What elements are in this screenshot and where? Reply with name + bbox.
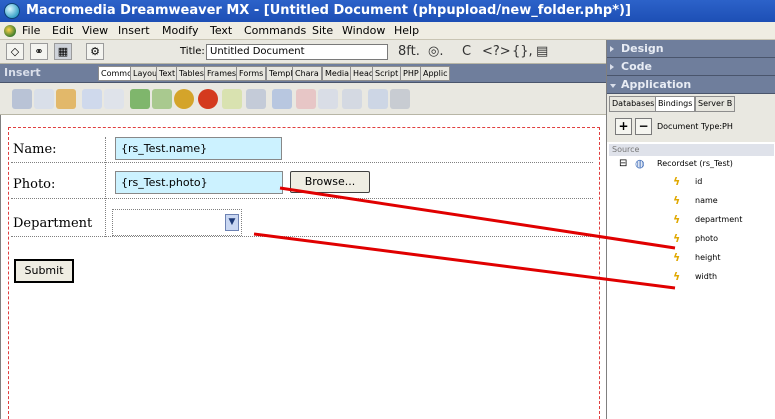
tab-server-behaviors[interactable]: Server B bbox=[695, 96, 736, 112]
reference-icon[interactable]: <?> bbox=[482, 44, 511, 59]
window-title: Macromedia Dreamweaver MX - [Untitled Do… bbox=[26, 3, 631, 18]
template-icon[interactable] bbox=[390, 89, 410, 109]
collapse-icon[interactable]: ⊟ bbox=[619, 158, 627, 169]
layer-icon[interactable] bbox=[104, 89, 124, 109]
title-label: Title: bbox=[180, 46, 205, 57]
server-include-icon[interactable] bbox=[368, 89, 388, 109]
design-canvas[interactable]: Name: {rs_Test.name} Photo: {rs_Test.pho… bbox=[0, 115, 606, 419]
table-row-divider bbox=[11, 236, 593, 237]
tab-forms[interactable]: Forms bbox=[236, 66, 267, 81]
field-bolt-icon: ϟ bbox=[673, 270, 681, 283]
add-binding-icon[interactable]: + bbox=[615, 118, 632, 135]
table-icon[interactable] bbox=[82, 89, 102, 109]
rollover-icon[interactable] bbox=[222, 89, 242, 109]
document-icon[interactable] bbox=[4, 25, 16, 37]
menu-view[interactable]: View bbox=[82, 22, 108, 40]
email-link-icon[interactable] bbox=[34, 89, 54, 109]
insert-icon-row bbox=[0, 83, 606, 115]
menubar: File Edit View Insert Modify Text Comman… bbox=[0, 22, 775, 40]
department-select[interactable]: ▼ bbox=[112, 209, 242, 236]
document-type-label: Document Type:PH bbox=[657, 122, 733, 131]
bindings-toolbar: + − Document Type:PH bbox=[607, 114, 775, 142]
field-bolt-icon: ϟ bbox=[673, 175, 681, 188]
photo-label: Photo: bbox=[13, 177, 56, 192]
document-area: ◇ ⚭ ▦ ⚙ Title: Untitled Document 8ft. ◎.… bbox=[0, 40, 606, 419]
recordset-icon: ◍ bbox=[635, 157, 645, 170]
field-department[interactable]: department bbox=[695, 215, 742, 224]
refresh-icon[interactable]: C bbox=[462, 44, 471, 59]
field-photo[interactable]: photo bbox=[695, 234, 718, 243]
tab-databases[interactable]: Databases bbox=[609, 96, 658, 112]
field-id[interactable]: id bbox=[695, 177, 702, 186]
design-panel-header[interactable]: Design bbox=[607, 40, 775, 58]
file-management-icon[interactable]: 8ft. bbox=[398, 44, 420, 59]
menu-commands[interactable]: Commands bbox=[244, 22, 306, 40]
preview-browser-icon[interactable]: ◎. bbox=[428, 44, 443, 59]
menu-insert[interactable]: Insert bbox=[118, 22, 150, 40]
panel-dock: Design Code Application Databases Bindin… bbox=[606, 40, 775, 419]
photo-field[interactable]: {rs_Test.photo} bbox=[115, 171, 283, 194]
name-label: Name: bbox=[13, 142, 57, 157]
field-bolt-icon: ϟ bbox=[673, 194, 681, 207]
insert-panel-bar: Insert Common Layout Text Tables Frames … bbox=[0, 64, 606, 83]
code-view-icon[interactable]: ◇ bbox=[6, 43, 24, 60]
tab-text[interactable]: Text bbox=[156, 66, 179, 81]
tab-script[interactable]: Script bbox=[372, 66, 402, 81]
date-icon[interactable] bbox=[296, 89, 316, 109]
image-icon[interactable] bbox=[130, 89, 150, 109]
code-panel-header[interactable]: Code bbox=[607, 58, 775, 76]
fireworks-icon[interactable] bbox=[174, 89, 194, 109]
dreamweaver-app-icon bbox=[4, 3, 20, 19]
design-view-icon[interactable]: ▦ bbox=[54, 43, 72, 60]
navigation-bar-icon[interactable] bbox=[246, 89, 266, 109]
menu-edit[interactable]: Edit bbox=[52, 22, 73, 40]
field-height[interactable]: height bbox=[695, 253, 721, 262]
comment-icon[interactable] bbox=[342, 89, 362, 109]
menu-window[interactable]: Window bbox=[342, 22, 385, 40]
horizontal-rule-icon[interactable] bbox=[272, 89, 292, 109]
document-title-input[interactable]: Untitled Document bbox=[206, 44, 388, 60]
field-bolt-icon: ϟ bbox=[673, 251, 681, 264]
view-options-icon[interactable]: ▤ bbox=[536, 44, 548, 59]
window-titlebar: Macromedia Dreamweaver MX - [Untitled Do… bbox=[0, 0, 775, 22]
code-nav-icon[interactable]: {}, bbox=[512, 44, 533, 59]
tab-characters[interactable]: Chara bbox=[292, 66, 322, 81]
tab-application[interactable]: Applic bbox=[420, 66, 451, 81]
table-row-divider bbox=[11, 162, 593, 163]
split-view-icon[interactable]: ⚭ bbox=[30, 43, 48, 60]
anchor-icon[interactable] bbox=[56, 89, 76, 109]
field-bolt-icon: ϟ bbox=[673, 232, 681, 245]
tab-bindings[interactable]: Bindings bbox=[655, 96, 696, 112]
submit-button[interactable]: Submit bbox=[14, 259, 74, 283]
flash-icon[interactable] bbox=[198, 89, 218, 109]
image-placeholder-icon[interactable] bbox=[152, 89, 172, 109]
tab-media[interactable]: Media bbox=[322, 66, 353, 81]
menu-modify[interactable]: Modify bbox=[162, 22, 198, 40]
remove-binding-icon[interactable]: − bbox=[635, 118, 652, 135]
document-toolbar: ◇ ⚭ ▦ ⚙ Title: Untitled Document 8ft. ◎.… bbox=[0, 40, 606, 64]
source-column-header: Source bbox=[609, 144, 774, 156]
menu-help[interactable]: Help bbox=[394, 22, 419, 40]
table-column-divider bbox=[105, 137, 106, 237]
insert-panel-title[interactable]: Insert bbox=[4, 66, 41, 79]
menu-site[interactable]: Site bbox=[312, 22, 333, 40]
tab-frames[interactable]: Frames bbox=[204, 66, 240, 81]
department-label: Department bbox=[13, 216, 93, 231]
hyperlink-icon[interactable] bbox=[12, 89, 32, 109]
live-data-icon[interactable]: ⚙ bbox=[86, 43, 104, 60]
browse-button[interactable]: Browse... bbox=[290, 171, 370, 193]
menu-file[interactable]: File bbox=[22, 22, 40, 40]
tab-tables[interactable]: Tables bbox=[176, 66, 207, 81]
application-panel-header[interactable]: Application bbox=[607, 76, 775, 94]
field-bolt-icon: ϟ bbox=[673, 213, 681, 226]
tabular-data-icon[interactable] bbox=[318, 89, 338, 109]
menu-text[interactable]: Text bbox=[210, 22, 232, 40]
field-width[interactable]: width bbox=[695, 272, 717, 281]
chevron-down-icon[interactable]: ▼ bbox=[225, 214, 239, 231]
field-name[interactable]: name bbox=[695, 196, 718, 205]
name-field[interactable]: {rs_Test.name} bbox=[115, 137, 282, 160]
table-row-divider bbox=[11, 198, 593, 199]
tab-php[interactable]: PHP bbox=[400, 66, 422, 81]
recordset-label[interactable]: Recordset (rs_Test) bbox=[657, 159, 733, 168]
